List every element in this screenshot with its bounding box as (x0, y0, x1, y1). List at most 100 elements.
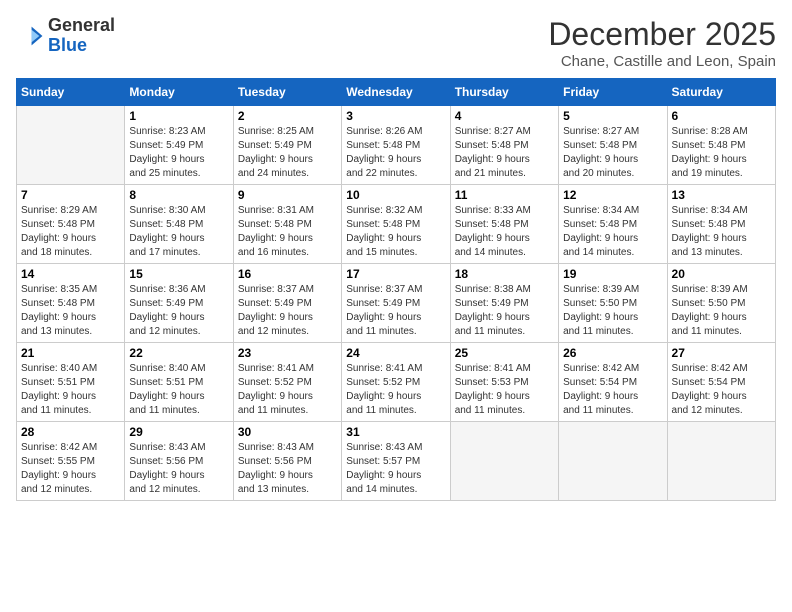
calendar-cell: 21 Sunrise: 8:40 AMSunset: 5:51 PMDayligh… (17, 343, 125, 422)
calendar-cell (667, 422, 775, 501)
day-number: 23 (238, 346, 337, 360)
weekday-header-friday: Friday (559, 79, 667, 106)
calendar-cell: 23 Sunrise: 8:41 AMSunset: 5:52 PMDayligh… (233, 343, 341, 422)
calendar-cell: 7Sunrise: 8:29 AMSunset: 5:48 PMDaylight… (17, 185, 125, 264)
day-number: 10 (346, 188, 445, 202)
day-number: 18 (455, 267, 554, 281)
day-info: Sunrise: 8:42 AMSunset: 5:55 PMDaylight:… (21, 441, 120, 497)
week-row-1: 7Sunrise: 8:29 AMSunset: 5:48 PMDaylight… (17, 185, 776, 264)
logo-blue: Blue (48, 35, 87, 55)
calendar-cell: 16Sunrise: 8:37 AMSunset: 5:49 PMDayligh… (233, 264, 341, 343)
day-info: Sunrise: 8:25 AMSunset: 5:49 PMDaylight:… (238, 125, 337, 181)
weekday-header-thursday: Thursday (450, 79, 558, 106)
calendar-cell: 30 Sunrise: 8:43 AMSunset: 5:56 PMDayligh… (233, 422, 341, 501)
title-block: December 2025 Chane, Castille and Leon, … (548, 16, 776, 70)
calendar-header-row: SundayMondayTuesdayWednesdayThursdayFrid… (17, 79, 776, 106)
day-info: Sunrise: 8:42 AMSunset: 5:54 PMDaylight:… (672, 362, 771, 418)
calendar-cell: 28 Sunrise: 8:42 AMSunset: 5:55 PMDayligh… (17, 422, 125, 501)
calendar-cell: 24 Sunrise: 8:41 AMSunset: 5:52 PMDayligh… (342, 343, 450, 422)
day-number: 2 (238, 109, 337, 123)
day-number: 31 (346, 425, 445, 439)
calendar-cell: 3Sunrise: 8:26 AMSunset: 5:48 PMDaylight… (342, 106, 450, 185)
calendar-cell: 1Sunrise: 8:23 AMSunset: 5:49 PMDaylight… (125, 106, 233, 185)
day-info: Sunrise: 8:39 AMSunset: 5:50 PMDaylight:… (672, 283, 771, 339)
calendar-cell: 18 Sunrise: 8:38 AMSunset: 5:49 PMDayligh… (450, 264, 558, 343)
day-number: 22 (129, 346, 228, 360)
calendar-cell: 5 Sunrise: 8:27 AMSunset: 5:48 PMDaylight… (559, 106, 667, 185)
day-number: 25 (455, 346, 554, 360)
day-number: 20 (672, 267, 771, 281)
day-info: Sunrise: 8:34 AMSunset: 5:48 PMDaylight:… (672, 204, 771, 260)
weekday-header-saturday: Saturday (667, 79, 775, 106)
logo-text: General Blue (48, 16, 115, 56)
calendar-cell: 9 Sunrise: 8:31 AMSunset: 5:48 PMDaylight… (233, 185, 341, 264)
day-number: 11 (455, 188, 554, 202)
day-info: Sunrise: 8:28 AMSunset: 5:48 PMDaylight:… (672, 125, 771, 181)
day-number: 8 (129, 188, 228, 202)
logo-general: General (48, 15, 115, 35)
logo: General Blue (16, 16, 115, 56)
day-info: Sunrise: 8:43 AMSunset: 5:57 PMDaylight:… (346, 441, 445, 497)
weekday-header-monday: Monday (125, 79, 233, 106)
day-number: 27 (672, 346, 771, 360)
day-info: Sunrise: 8:43 AMSunset: 5:56 PMDaylight:… (238, 441, 337, 497)
day-number: 5 (563, 109, 662, 123)
day-number: 24 (346, 346, 445, 360)
day-info: Sunrise: 8:40 AMSunset: 5:51 PMDaylight:… (21, 362, 120, 418)
day-info: Sunrise: 8:30 AMSunset: 5:48 PMDaylight:… (129, 204, 228, 260)
week-row-3: 21 Sunrise: 8:40 AMSunset: 5:51 PMDayligh… (17, 343, 776, 422)
week-row-4: 28 Sunrise: 8:42 AMSunset: 5:55 PMDayligh… (17, 422, 776, 501)
calendar-cell: 31 Sunrise: 8:43 AMSunset: 5:57 PMDayligh… (342, 422, 450, 501)
day-number: 3 (346, 109, 445, 123)
day-info: Sunrise: 8:37 AMSunset: 5:49 PMDaylight:… (346, 283, 445, 339)
day-number: 6 (672, 109, 771, 123)
day-info: Sunrise: 8:27 AMSunset: 5:48 PMDaylight:… (455, 125, 554, 181)
day-number: 14 (21, 267, 120, 281)
calendar-cell: 22 Sunrise: 8:40 AMSunset: 5:51 PMDayligh… (125, 343, 233, 422)
calendar-cell: 29Sunrise: 8:43 AMSunset: 5:56 PMDayligh… (125, 422, 233, 501)
calendar-cell: 19Sunrise: 8:39 AMSunset: 5:50 PMDayligh… (559, 264, 667, 343)
calendar-cell: 26Sunrise: 8:42 AMSunset: 5:54 PMDayligh… (559, 343, 667, 422)
calendar-cell: 17 Sunrise: 8:37 AMSunset: 5:49 PMDayligh… (342, 264, 450, 343)
day-number: 9 (238, 188, 337, 202)
calendar-cell (559, 422, 667, 501)
weekday-header-wednesday: Wednesday (342, 79, 450, 106)
day-info: Sunrise: 8:43 AMSunset: 5:56 PMDaylight:… (129, 441, 228, 497)
day-number: 28 (21, 425, 120, 439)
day-number: 21 (21, 346, 120, 360)
calendar-cell (450, 422, 558, 501)
week-row-0: 1Sunrise: 8:23 AMSunset: 5:49 PMDaylight… (17, 106, 776, 185)
calendar-cell: 4 Sunrise: 8:27 AMSunset: 5:48 PMDaylight… (450, 106, 558, 185)
day-info: Sunrise: 8:38 AMSunset: 5:49 PMDaylight:… (455, 283, 554, 339)
day-number: 12 (563, 188, 662, 202)
calendar-cell: 8 Sunrise: 8:30 AMSunset: 5:48 PMDaylight… (125, 185, 233, 264)
week-row-2: 14 Sunrise: 8:35 AMSunset: 5:48 PMDayligh… (17, 264, 776, 343)
day-number: 15 (129, 267, 228, 281)
day-number: 30 (238, 425, 337, 439)
day-info: Sunrise: 8:33 AMSunset: 5:48 PMDaylight:… (455, 204, 554, 260)
day-info: Sunrise: 8:23 AMSunset: 5:49 PMDaylight:… (129, 125, 228, 181)
calendar-cell: 12 Sunrise: 8:34 AMSunset: 5:48 PMDayligh… (559, 185, 667, 264)
calendar-cell: 14 Sunrise: 8:35 AMSunset: 5:48 PMDayligh… (17, 264, 125, 343)
day-info: Sunrise: 8:31 AMSunset: 5:48 PMDaylight:… (238, 204, 337, 260)
calendar-cell (17, 106, 125, 185)
day-info: Sunrise: 8:41 AMSunset: 5:52 PMDaylight:… (346, 362, 445, 418)
calendar-cell: 11 Sunrise: 8:33 AMSunset: 5:48 PMDayligh… (450, 185, 558, 264)
day-number: 4 (455, 109, 554, 123)
day-info: Sunrise: 8:36 AMSunset: 5:49 PMDaylight:… (129, 283, 228, 339)
day-info: Sunrise: 8:42 AMSunset: 5:54 PMDaylight:… (563, 362, 662, 418)
day-info: Sunrise: 8:40 AMSunset: 5:51 PMDaylight:… (129, 362, 228, 418)
day-info: Sunrise: 8:39 AMSunset: 5:50 PMDaylight:… (563, 283, 662, 339)
calendar-cell: 20 Sunrise: 8:39 AMSunset: 5:50 PMDayligh… (667, 264, 775, 343)
day-number: 17 (346, 267, 445, 281)
day-info: Sunrise: 8:34 AMSunset: 5:48 PMDaylight:… (563, 204, 662, 260)
day-info: Sunrise: 8:27 AMSunset: 5:48 PMDaylight:… (563, 125, 662, 181)
day-number: 13 (672, 188, 771, 202)
calendar-cell: 25 Sunrise: 8:41 AMSunset: 5:53 PMDayligh… (450, 343, 558, 422)
day-info: Sunrise: 8:41 AMSunset: 5:53 PMDaylight:… (455, 362, 554, 418)
calendar-cell: 2 Sunrise: 8:25 AMSunset: 5:49 PMDaylight… (233, 106, 341, 185)
day-info: Sunrise: 8:35 AMSunset: 5:48 PMDaylight:… (21, 283, 120, 339)
day-info: Sunrise: 8:41 AMSunset: 5:52 PMDaylight:… (238, 362, 337, 418)
calendar-table: SundayMondayTuesdayWednesdayThursdayFrid… (16, 78, 776, 501)
day-info: Sunrise: 8:29 AMSunset: 5:48 PMDaylight:… (21, 204, 120, 260)
